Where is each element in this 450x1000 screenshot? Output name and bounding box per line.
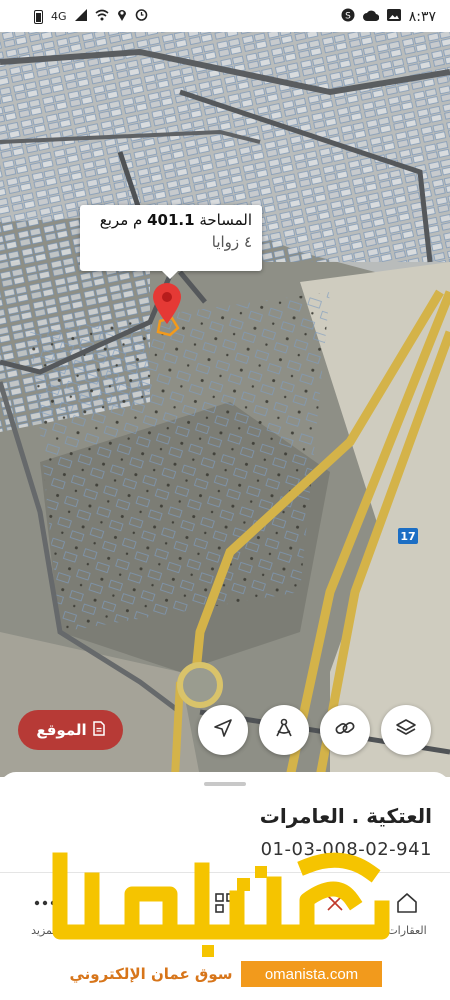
area-popup[interactable]: المساحة 401.1 م مربع ٤ زوايا xyxy=(80,205,262,279)
image-icon xyxy=(386,9,401,25)
measure-button[interactable] xyxy=(259,705,309,755)
layers-button[interactable] xyxy=(381,705,431,755)
navigate-button[interactable] xyxy=(198,705,248,755)
wifi-icon xyxy=(95,9,109,25)
status-right-icons: S ٨:٣٧ xyxy=(341,8,436,26)
area-line: المساحة 401.1 م مربع xyxy=(90,211,252,229)
place-title: العتكية . العامرات xyxy=(259,804,432,828)
location-icon xyxy=(117,8,127,25)
battery-icon xyxy=(34,9,43,24)
watermark-tagline: سوق عمان الإلكتروني xyxy=(69,965,233,983)
document-icon xyxy=(92,720,105,740)
navigation-arrow-icon xyxy=(213,718,233,742)
location-button[interactable]: الموقع xyxy=(18,710,123,750)
link-button[interactable] xyxy=(320,705,370,755)
clock: ٨:٣٧ xyxy=(408,9,436,25)
svg-text:S: S xyxy=(345,12,351,22)
network-type: 4G xyxy=(51,10,67,23)
highway-shield: 17 xyxy=(398,528,418,544)
satellite-map[interactable]: 17 xyxy=(0,32,450,777)
signal-icon xyxy=(74,8,87,25)
compass-measure-icon xyxy=(273,717,295,743)
status-left-icons: 4G xyxy=(34,8,148,25)
sheet-drag-handle[interactable] xyxy=(204,782,246,786)
map-pin-icon[interactable] xyxy=(151,282,183,324)
app-s-icon: S xyxy=(341,8,355,26)
omanista-watermark-logo xyxy=(52,852,390,957)
map-imagery xyxy=(0,32,450,777)
location-button-label: الموقع xyxy=(36,721,87,739)
watermark-domain: omanista.com xyxy=(241,961,382,987)
cloud-icon xyxy=(362,10,379,25)
area-unit: م مربع xyxy=(99,211,143,229)
status-bar: 4G S ٨:٣٧ xyxy=(0,0,450,32)
area-value: 401.1 xyxy=(147,211,195,229)
alarm-icon xyxy=(135,8,148,25)
layers-icon xyxy=(395,717,417,743)
link-icon xyxy=(334,717,356,743)
highway-number: 17 xyxy=(400,529,416,543)
corners-count: ٤ زوايا xyxy=(211,233,252,251)
area-label: المساحة xyxy=(199,211,252,229)
